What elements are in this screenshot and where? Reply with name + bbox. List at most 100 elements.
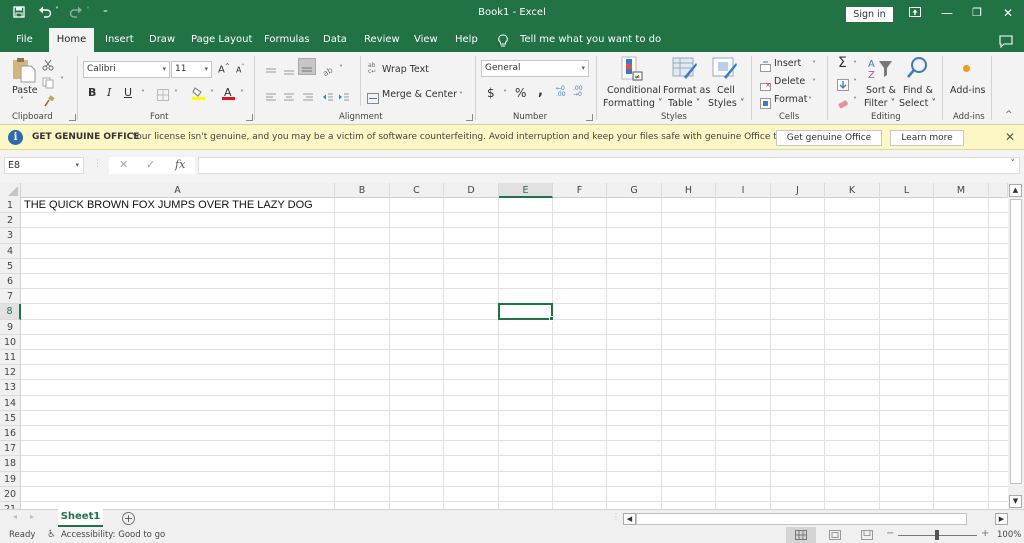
close-button[interactable]: ✕: [997, 4, 1019, 22]
formula-input[interactable]: ˅: [198, 157, 1020, 174]
column-header-e[interactable]: E: [499, 183, 553, 198]
row-header-10[interactable]: 10: [0, 334, 21, 350]
borders-dropdown-icon[interactable]: ˅: [174, 89, 178, 98]
row-header-5[interactable]: 5: [0, 258, 21, 274]
normal-view-button[interactable]: [786, 527, 816, 543]
increase-decimal-icon[interactable]: ←0.00: [556, 86, 566, 98]
undo-icon[interactable]: [38, 5, 52, 22]
ribbon-display-options-icon[interactable]: [904, 4, 926, 22]
page-break-preview-button[interactable]: [852, 527, 882, 543]
paste-label[interactable]: Paste: [12, 85, 38, 96]
cell-styles-button-line2[interactable]: Styles ˅: [708, 98, 745, 109]
autosum-icon[interactable]: Σ: [838, 55, 847, 71]
learn-more-button[interactable]: Learn more: [890, 130, 964, 146]
fill-color-icon[interactable]: [192, 85, 205, 104]
autosum-dropdown-icon[interactable]: ˅: [853, 60, 857, 69]
addins-button[interactable]: Add-ins: [950, 85, 985, 96]
orientation-icon[interactable]: ab: [321, 61, 336, 80]
clear-icon[interactable]: [837, 95, 849, 114]
cell-a1[interactable]: THE QUICK BROWN FOX JUMPS OVER THE LAZY …: [24, 199, 313, 211]
find-select-button-line2[interactable]: Select ˅: [899, 98, 936, 109]
column-header-h[interactable]: H: [662, 183, 716, 198]
conditional-formatting-button-line2[interactable]: Formatting ˅: [603, 98, 663, 109]
tab-split-handle[interactable]: ⋮: [612, 512, 620, 521]
paste-dropdown-icon[interactable]: ˅: [20, 96, 24, 105]
column-header-i[interactable]: I: [716, 183, 771, 198]
decrease-indent-icon[interactable]: [322, 88, 334, 107]
copy-icon[interactable]: [42, 74, 54, 93]
column-header-j[interactable]: J: [771, 183, 825, 198]
save-icon[interactable]: [13, 6, 25, 22]
delete-cells-button[interactable]: Delete: [774, 76, 805, 87]
orientation-dropdown-icon[interactable]: ˅: [339, 64, 343, 73]
new-sheet-button[interactable]: +: [122, 512, 135, 525]
column-header-partial[interactable]: [989, 183, 1008, 198]
sign-in-button[interactable]: Sign in: [846, 7, 893, 22]
tab-home[interactable]: Home: [49, 28, 94, 52]
scroll-right-button[interactable]: ▶: [995, 513, 1008, 525]
underline-button[interactable]: U: [124, 86, 132, 99]
align-right-icon[interactable]: [302, 88, 314, 107]
redo-icon[interactable]: [69, 5, 83, 22]
alignment-launcher-icon[interactable]: [466, 114, 473, 121]
decrease-decimal-icon[interactable]: .00 →0: [573, 86, 583, 98]
sort-filter-button-line2[interactable]: Filter ˅: [864, 98, 895, 109]
conditional-formatting-button[interactable]: Conditional: [607, 85, 661, 96]
align-center-icon[interactable]: [283, 88, 295, 107]
find-select-button[interactable]: Find &: [903, 85, 933, 96]
zoom-slider-thumb[interactable]: [935, 530, 939, 540]
number-launcher-icon[interactable]: [586, 114, 593, 121]
row-header-3[interactable]: 3: [0, 228, 21, 244]
decrease-font-size-icon[interactable]: Aˇ: [236, 64, 244, 75]
row-header-6[interactable]: 6: [0, 274, 21, 290]
fill-color-dropdown-icon[interactable]: ˅: [210, 89, 214, 98]
zoom-out-button[interactable]: −: [886, 528, 894, 539]
format-as-table-button-line2[interactable]: Table ˅: [668, 98, 700, 109]
increase-font-size-icon[interactable]: A^: [218, 63, 230, 75]
page-layout-view-button[interactable]: [820, 527, 850, 543]
get-genuine-office-button[interactable]: Get genuine Office: [776, 130, 882, 146]
scroll-left-button[interactable]: ◀: [623, 513, 636, 525]
row-header-13[interactable]: 13: [0, 380, 21, 396]
scroll-down-button[interactable]: ▼: [1009, 495, 1022, 508]
enter-icon[interactable]: ✓: [146, 158, 155, 171]
vertical-scroll-thumb[interactable]: [1010, 199, 1022, 484]
merge-center-button[interactable]: Merge & Center: [382, 89, 457, 100]
font-size-combo[interactable]: 11 ▾: [171, 61, 212, 78]
tab-insert[interactable]: Insert: [105, 28, 134, 52]
tab-draw[interactable]: Draw: [149, 28, 175, 52]
delete-dropdown-icon[interactable]: ˅: [812, 78, 816, 87]
column-header-m[interactable]: M: [934, 183, 989, 198]
format-cells-button[interactable]: Format: [774, 94, 807, 105]
row-header-4[interactable]: 4: [0, 243, 21, 259]
bold-button[interactable]: B: [88, 86, 96, 99]
borders-icon[interactable]: [157, 86, 169, 105]
comma-style-button[interactable]: ,: [538, 84, 543, 99]
redo-dropdown-icon[interactable]: ˅: [86, 6, 90, 15]
font-color-dropdown-icon[interactable]: ˅: [240, 89, 244, 98]
row-header-21[interactable]: 21: [0, 502, 21, 509]
horizontal-scrollbar[interactable]: ◀ ▶: [623, 513, 1008, 525]
column-header-g[interactable]: G: [607, 183, 662, 198]
insert-function-icon[interactable]: fx: [175, 158, 185, 171]
worksheet-grid[interactable]: ABCDEFGHIJKLM 1 2 3 4 5 6 7 8 9 10 11 12 13 14 15 16 17 1…: [0, 183, 1008, 509]
middle-align-icon[interactable]: [283, 62, 295, 81]
name-box[interactable]: E8 ▾: [4, 157, 84, 174]
vertical-scrollbar[interactable]: ▲ ▼: [1008, 183, 1024, 509]
cancel-icon[interactable]: ✕: [119, 158, 128, 171]
format-painter-icon[interactable]: [43, 92, 55, 111]
zoom-level[interactable]: 100%: [997, 530, 1021, 540]
fill-handle[interactable]: [549, 315, 554, 321]
column-header-c[interactable]: C: [390, 183, 444, 198]
expand-formula-bar-icon[interactable]: ˅: [1011, 159, 1016, 169]
paste-icon[interactable]: [11, 57, 37, 87]
align-left-icon[interactable]: [265, 88, 277, 107]
previous-sheet-icon[interactable]: ◂: [13, 512, 17, 521]
currency-button[interactable]: $: [487, 86, 495, 100]
customize-quick-access-icon[interactable]: ₌: [103, 6, 108, 16]
scroll-up-button[interactable]: ▲: [1009, 184, 1022, 197]
column-header-d[interactable]: D: [444, 183, 499, 198]
tab-help[interactable]: Help: [455, 28, 478, 52]
selected-cell-e8[interactable]: [498, 303, 553, 320]
cut-icon[interactable]: [42, 56, 54, 75]
